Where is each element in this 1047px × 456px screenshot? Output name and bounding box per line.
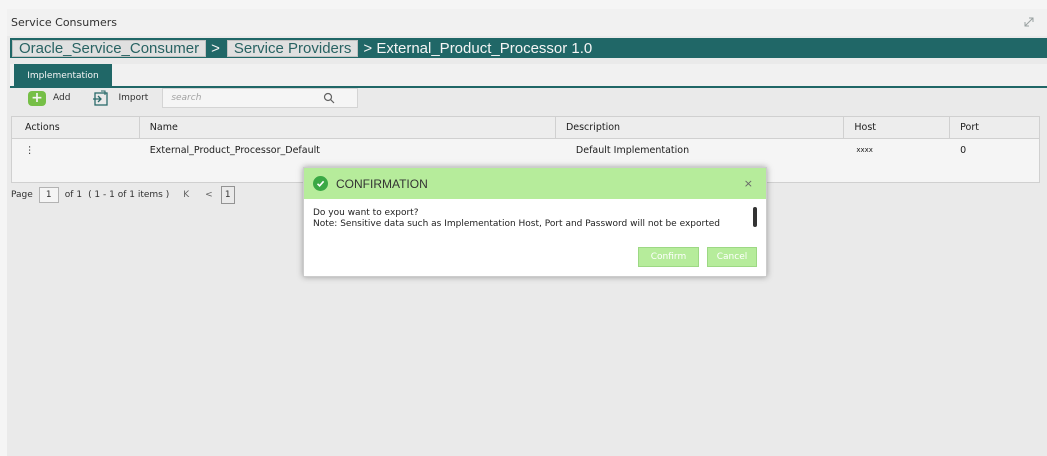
dialog-title: CONFIRMATION (336, 176, 428, 191)
dialog-question: Do you want to export? (313, 208, 419, 218)
confirm-button[interactable]: Confirm (638, 247, 699, 267)
dialog-body: Do you want to export? Note: Sensitive d… (304, 199, 766, 245)
dialog-header: CONFIRMATION × (304, 168, 766, 199)
confirmation-dialog: CONFIRMATION × Do you want to export? No… (303, 167, 767, 277)
dialog-note: Note: Sensitive data such as Implementat… (313, 219, 720, 229)
cancel-button[interactable]: Cancel (707, 247, 757, 267)
check-circle-icon (313, 176, 328, 191)
close-icon[interactable]: × (744, 177, 753, 190)
dialog-scrollbar[interactable] (753, 207, 757, 227)
dialog-actions: Confirm Cancel (630, 247, 757, 267)
